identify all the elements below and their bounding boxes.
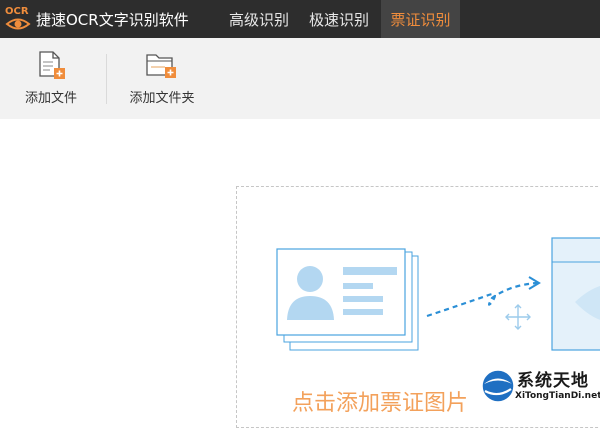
drop-zone-prompt[interactable]: 点击添加票证图片 (292, 385, 468, 417)
watermark-title: 系统天地 (517, 371, 589, 391)
watermark-logo: 系统天地 XiTongTianDi.net (479, 364, 600, 411)
id-card-illustration-icon (276, 237, 600, 351)
watermark-url: XiTongTianDi.net (515, 391, 600, 401)
globe-logo-icon (481, 369, 515, 403)
